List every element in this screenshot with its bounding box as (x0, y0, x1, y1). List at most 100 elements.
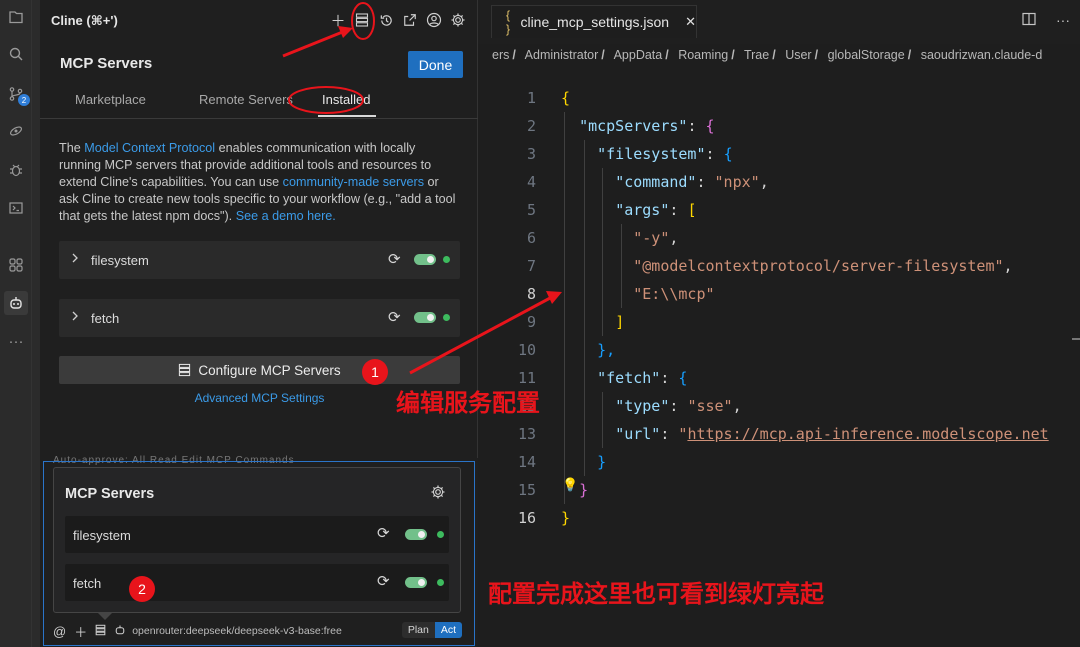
code-token: "fetch" (597, 369, 661, 387)
code-line: 9 ] (478, 308, 1080, 336)
gear-icon[interactable] (430, 484, 446, 504)
mcp-servers-icon[interactable] (95, 624, 106, 639)
popup-title: MCP Servers (65, 486, 155, 502)
demo-link[interactable]: See a demo here. (236, 209, 336, 223)
code-token: "mcpServers" (579, 117, 688, 135)
more-actions-icon[interactable]: ··· (1056, 12, 1070, 29)
line-number: 4 (526, 173, 536, 191)
line-number: 16 (517, 509, 536, 527)
plan-button[interactable]: Plan (401, 622, 435, 638)
code-line: 5 "args": [ (478, 196, 1080, 224)
cline-icon[interactable] (4, 291, 28, 315)
chat-toolbar: @ ＋ openrouter:deepseek/deepseek-v3-base… (53, 620, 463, 642)
search-icon[interactable] (4, 42, 28, 66)
panel-title: Cline (⌘+') (51, 13, 118, 28)
code-line: 3 "filesystem": { (478, 140, 1080, 168)
chevron-right-icon[interactable] (70, 310, 80, 325)
panel-header: Cline (⌘+') ＋ (40, 0, 478, 42)
done-button[interactable]: Done (408, 51, 463, 78)
tab-installed[interactable]: Installed (322, 92, 370, 107)
breadcrumb-item[interactable]: ers (492, 48, 509, 62)
code-token: "npx" (714, 173, 760, 191)
server-stack-icon (179, 363, 191, 377)
plus-icon[interactable]: ＋ (328, 10, 348, 30)
terminal-icon[interactable] (4, 196, 28, 220)
code-token: "args" (615, 201, 670, 219)
debug-icon[interactable] (4, 158, 28, 182)
act-button[interactable]: Act (434, 622, 462, 638)
server-toggle[interactable] (405, 577, 427, 588)
configure-label: Configure MCP Servers (198, 362, 341, 378)
code-line: 4 "command": "npx", (478, 168, 1080, 196)
model-selector[interactable]: openrouter:deepseek/deepseek-v3-base:fre… (132, 625, 342, 637)
settings-icon[interactable] (448, 10, 468, 30)
lightbulb-icon[interactable]: 💡 (562, 477, 578, 493)
server-name: fetch (91, 311, 120, 326)
restart-icon[interactable]: ⟳ (377, 572, 390, 590)
plus-icon[interactable]: ＋ (74, 622, 87, 641)
status-dot (437, 579, 444, 586)
mention-icon[interactable]: @ (53, 624, 66, 639)
mcp-servers-icon[interactable] (352, 10, 372, 30)
breadcrumb-item[interactable]: saoudrizwan.claude-d (921, 48, 1043, 62)
plan-act-toggle[interactable]: Plan Act (401, 622, 462, 638)
close-icon[interactable]: ✕ (685, 14, 696, 30)
configure-mcp-servers-button[interactable]: Configure MCP Servers (59, 356, 460, 384)
restart-icon[interactable]: ⟳ (388, 250, 401, 268)
tab-remote-servers[interactable]: Remote Servers (199, 92, 293, 107)
tab-marketplace[interactable]: Marketplace (75, 92, 146, 107)
code-line: 16} (478, 504, 1080, 532)
restart-icon[interactable]: ⟳ (377, 524, 390, 542)
breadcrumb-item[interactable]: Trae (744, 48, 769, 62)
code-token: } (579, 481, 589, 499)
line-number: 14 (517, 453, 536, 471)
popout-icon[interactable] (400, 10, 420, 30)
history-icon[interactable] (376, 10, 396, 30)
editor-tab-title: cline_mcp_settings.json (520, 14, 670, 30)
server-name: fetch (73, 576, 102, 591)
mcp-protocol-link[interactable]: Model Context Protocol (84, 141, 215, 155)
popup-server-fetch[interactable]: fetch ⟳ (65, 564, 449, 601)
breadcrumb-item[interactable]: Roaming (678, 48, 728, 62)
code-token: "type" (615, 397, 670, 415)
server-toggle[interactable] (414, 254, 436, 265)
files-icon[interactable] (4, 5, 28, 29)
code-token: "filesystem" (597, 145, 706, 163)
remote-explorer-icon[interactable] (4, 119, 28, 143)
breadcrumb: ers / Administrator / AppData / Roaming / Tr… (492, 48, 1043, 62)
account-icon[interactable] (424, 10, 444, 30)
extensions-icon[interactable] (4, 253, 28, 277)
chevron-right-icon[interactable] (70, 252, 80, 267)
code-line: 6 "-y", (478, 224, 1080, 252)
more-icon[interactable]: ··· (4, 329, 28, 353)
annotation-text-edit-config: 编辑服务配置 (396, 389, 540, 417)
breadcrumb-item[interactable]: User (785, 48, 811, 62)
status-dot (443, 256, 450, 263)
breadcrumb-item[interactable]: globalStorage (828, 48, 905, 62)
breadcrumb-item[interactable]: AppData (614, 48, 663, 62)
code-token: } (561, 509, 571, 527)
status-dot (437, 531, 444, 538)
server-row-fetch[interactable]: fetch ⟳ (59, 299, 460, 337)
editor-tab[interactable]: { } cline_mcp_settings.json ✕ (491, 5, 697, 38)
restart-icon[interactable]: ⟳ (388, 308, 401, 326)
mcp-tabs: Marketplace Remote Servers Installed (60, 86, 460, 118)
code-line: 7 "@modelcontextprotocol/server-filesyst… (478, 252, 1080, 280)
line-number: 8 (526, 285, 536, 303)
source-control-badge: 2 (18, 94, 30, 106)
server-row-filesystem[interactable]: filesystem ⟳ (59, 241, 460, 279)
community-servers-link[interactable]: community-made servers (283, 175, 424, 189)
breadcrumb-item[interactable]: Administrator (525, 48, 599, 62)
mcp-description: The Model Context Protocol enables commu… (59, 140, 457, 225)
code-token: ] (615, 313, 625, 331)
code-token: }, (597, 341, 616, 359)
code-line: 11 "fetch": { (478, 364, 1080, 392)
server-toggle[interactable] (405, 529, 427, 540)
source-control-icon[interactable]: 2 (4, 82, 30, 106)
popup-server-filesystem[interactable]: filesystem ⟳ (65, 516, 449, 553)
url-link[interactable]: https://mcp.api-inference.modelscope.net (687, 425, 1048, 443)
split-editor-icon[interactable] (1022, 12, 1036, 29)
model-icon[interactable] (114, 624, 126, 639)
editor-area: { } cline_mcp_settings.json ✕ ··· ers / A… (478, 0, 1080, 647)
server-toggle[interactable] (414, 312, 436, 323)
